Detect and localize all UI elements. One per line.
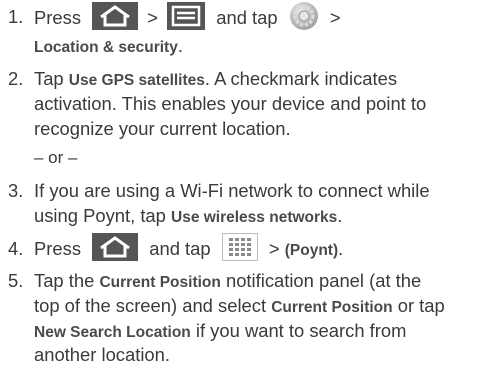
- applications-icon: [221, 233, 258, 262]
- step-2-line-2: activation. This enables your device and…: [34, 93, 427, 114]
- step-2: 2.: [8, 66, 34, 92]
- or-separator: – or –: [34, 148, 78, 167]
- step-2-line-3: recognize your current location.: [34, 118, 291, 139]
- current-position-label: Current Position: [99, 274, 221, 291]
- step-1-line-1: Press > and tap >: [34, 1, 341, 34]
- step-number: 1.: [8, 6, 24, 27]
- step-5-line-1: Tap the Current Position notification pa…: [34, 270, 422, 291]
- step-4: 4.: [8, 236, 34, 262]
- use-wireless-networks-label: Use wireless networks: [171, 209, 338, 226]
- step-2-line-1: Tap Use GPS satellites. A checkmark indi…: [34, 68, 398, 89]
- instruction-document: 1. Press > and tap > Location & security…: [0, 0, 483, 368]
- menu-key-icon: [167, 2, 206, 30]
- new-search-location-label: New Search Location: [34, 324, 191, 341]
- step-5: 5.: [8, 268, 34, 294]
- step-4-line-1: Press and tap > (Poynt).: [34, 233, 343, 266]
- use-gps-satellites-label: Use GPS satellites: [68, 72, 205, 89]
- step-number: 2.: [8, 68, 24, 89]
- step-number: 5.: [8, 270, 24, 291]
- poynt-label: (Poynt): [284, 242, 339, 259]
- current-position-label: Current Position: [271, 299, 393, 316]
- step-3-line-1: If you are using a Wi-Fi network to conn…: [34, 180, 430, 201]
- home-key-icon: [92, 2, 139, 30]
- step-3-line-2: using Poynt, tap Use wireless networks.: [34, 205, 343, 226]
- step-3: 3.: [8, 178, 34, 204]
- home-key-icon: [92, 233, 139, 262]
- settings-icon: [289, 1, 319, 31]
- step-5-line-4: another location.: [34, 344, 170, 365]
- step-number: 4.: [8, 238, 24, 259]
- step-5-line-2: top of the screen) and select Current Po…: [34, 295, 445, 316]
- step-1-line-2: Location & security.: [34, 35, 183, 56]
- step-number: 3.: [8, 180, 24, 201]
- step-1: 1.: [8, 4, 34, 30]
- location-security-label: Location & security: [34, 39, 178, 56]
